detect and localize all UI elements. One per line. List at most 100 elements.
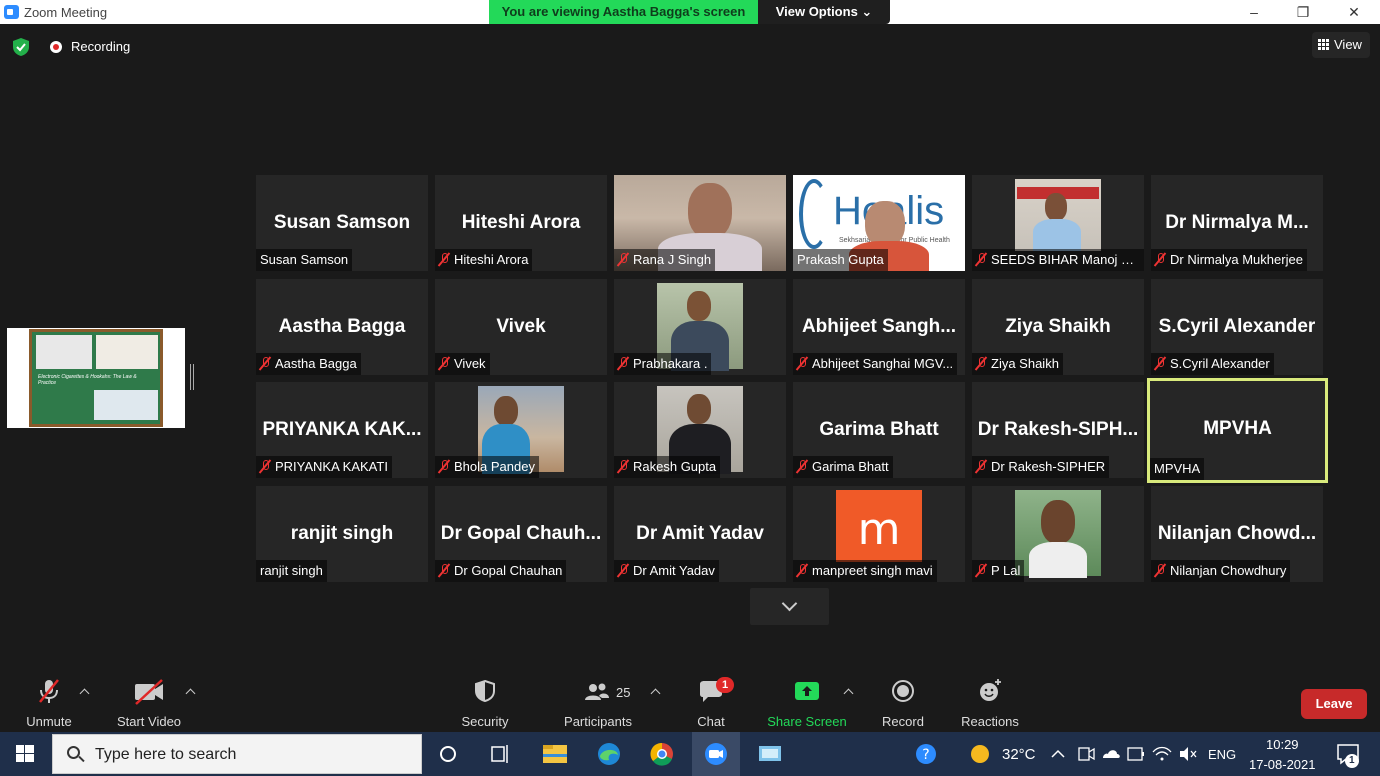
participant-display-name: S.Cyril Alexander <box>1158 316 1316 337</box>
unmute-button[interactable]: Unmute <box>18 676 80 732</box>
windows-start-icon[interactable] <box>0 732 50 776</box>
video-options-caret-icon[interactable] <box>185 688 196 699</box>
participant-tile[interactable]: S.Cyril Alexander S.Cyril Alexander <box>1151 279 1323 375</box>
participant-display-name: Dr Gopal Chauh... <box>440 523 602 544</box>
participant-tile[interactable]: Dr Rakesh-SIPH... Dr Rakesh-SIPHER <box>972 382 1144 478</box>
remote-desktop-icon[interactable] <box>746 732 794 776</box>
participant-tile[interactable]: Susan Samson Susan Samson <box>256 175 428 271</box>
restore-button[interactable]: ❐ <box>1283 2 1323 22</box>
participant-tile[interactable]: MPVHA MPVHA <box>1147 378 1328 483</box>
next-page-button[interactable] <box>750 588 829 625</box>
share-screen-button[interactable]: Share Screen <box>765 676 849 732</box>
chat-label: Chat <box>697 714 725 729</box>
participant-tile[interactable]: Dr Gopal Chauh... Dr Gopal Chauhan <box>435 486 607 582</box>
split-view-drag-handle[interactable] <box>190 364 194 390</box>
microphone-muted-icon <box>1155 357 1165 370</box>
help-icon[interactable]: ? <box>902 732 950 776</box>
reactions-button[interactable]: Reactions <box>958 676 1022 732</box>
participant-tile[interactable]: Aastha Bagga Aastha Bagga <box>256 279 428 375</box>
participant-tile[interactable]: Dr Amit Yadav Dr Amit Yadav <box>614 486 786 582</box>
participant-tile[interactable]: PRIYANKA KAK... PRIYANKA KAKATI <box>256 382 428 478</box>
zoom-taskbar-icon[interactable] <box>692 732 740 776</box>
participant-display-name: PRIYANKA KAK... <box>262 419 422 440</box>
chat-button[interactable]: 1 Chat <box>690 676 734 732</box>
file-explorer-icon[interactable] <box>531 732 579 776</box>
participant-tile[interactable]: ranjit singh ranjit singh <box>256 486 428 582</box>
participant-display-name: Ziya Shaikh <box>1005 316 1111 337</box>
participant-tile[interactable]: m manpreet singh mavi <box>793 486 965 582</box>
participant-tile[interactable]: Nilanjan Chowd... Nilanjan Chowdhury <box>1151 486 1323 582</box>
person-head <box>1041 500 1075 544</box>
participant-name: Hiteshi Arora <box>454 252 529 267</box>
participant-name-label: Dr Gopal Chauhan <box>435 560 567 582</box>
participant-display-name: MPVHA <box>1203 418 1272 439</box>
participant-tile[interactable]: Dr Nirmalya M... Dr Nirmalya Mukherjee <box>1151 175 1323 271</box>
participants-button[interactable]: 25 Participants <box>560 676 636 732</box>
participant-tile[interactable]: HealisSekhsaria Institute for Public Hea… <box>793 175 965 271</box>
participant-tile[interactable]: Hiteshi Arora Hiteshi Arora <box>435 175 607 271</box>
participant-name: Prabhakara . <box>633 356 708 371</box>
virtual-background-logo <box>799 179 829 249</box>
participant-tile[interactable]: Garima Bhatt Garima Bhatt <box>793 382 965 478</box>
encryption-shield-icon[interactable] <box>13 38 29 56</box>
participant-name: SEEDS BIHAR Manoj K... <box>991 252 1141 267</box>
input-language[interactable]: ENG <box>1208 747 1236 762</box>
participant-video <box>1015 179 1101 251</box>
participant-name: S.Cyril Alexander <box>1170 356 1270 371</box>
microphone-muted-icon <box>439 460 449 473</box>
taskbar-search-box[interactable]: Type here to search <box>52 734 422 774</box>
show-hidden-icons-chevron-icon[interactable] <box>1046 732 1070 776</box>
video-camera-off-icon <box>135 679 163 705</box>
microphone-muted-icon <box>439 253 449 266</box>
participant-tile[interactable]: Bhola Pandey <box>435 382 607 478</box>
participant-tile[interactable]: SEEDS BIHAR Manoj K... <box>972 175 1144 271</box>
shared-slide: Electronic Cigarettes & Hookahs: The Law… <box>29 329 163 427</box>
participant-tile[interactable]: Vivek Vivek <box>435 279 607 375</box>
chrome-browser-icon[interactable] <box>638 732 686 776</box>
wifi-icon[interactable] <box>1150 732 1174 776</box>
meet-now-icon[interactable] <box>1074 732 1098 776</box>
clock-date[interactable]: 17-08-2021 <box>1249 757 1316 772</box>
start-video-button[interactable]: Start Video <box>112 676 186 732</box>
participant-name-label: Vivek <box>435 353 490 375</box>
minimize-button[interactable]: – <box>1234 2 1274 22</box>
grid-view-icon <box>1318 39 1329 50</box>
volume-muted-icon[interactable] <box>1176 732 1200 776</box>
leave-button[interactable]: Leave <box>1301 689 1367 719</box>
participant-tile[interactable]: P Lal <box>972 486 1144 582</box>
viewing-screen-banner: You are viewing Aastha Bagga's screen <box>489 0 758 24</box>
participant-tile[interactable]: Rana J Singh <box>614 175 786 271</box>
participant-tile[interactable]: Prabhakara . <box>614 279 786 375</box>
audio-options-caret-icon[interactable] <box>79 688 90 699</box>
edge-browser-icon[interactable] <box>585 732 633 776</box>
participant-tile[interactable]: Ziya Shaikh Ziya Shaikh <box>972 279 1144 375</box>
security-button[interactable]: Security <box>455 676 515 732</box>
battery-icon[interactable] <box>1124 732 1148 776</box>
participant-name: manpreet singh mavi <box>812 563 933 578</box>
cortana-icon[interactable] <box>424 732 472 776</box>
weather-sun-icon[interactable] <box>956 732 1004 776</box>
microphone-muted-icon <box>618 357 628 370</box>
temperature[interactable]: 32°C <box>1002 746 1036 763</box>
participant-name: Garima Bhatt <box>812 459 889 474</box>
view-button[interactable]: View <box>1312 32 1370 58</box>
profile-picture-letter: m <box>857 504 901 555</box>
close-button[interactable]: ✕ <box>1334 2 1374 22</box>
shared-screen-thumbnail[interactable]: Electronic Cigarettes & Hookahs: The Law… <box>7 328 185 428</box>
person-head <box>687 394 711 424</box>
record-icon <box>892 680 914 702</box>
notifications-icon[interactable] <box>1330 732 1378 776</box>
participants-options-caret-icon[interactable] <box>650 688 661 699</box>
onedrive-cloud-icon[interactable] <box>1099 732 1123 776</box>
participant-name-label: SEEDS BIHAR Manoj K... <box>972 249 1144 271</box>
participant-video <box>1015 490 1101 578</box>
security-label: Security <box>461 714 509 729</box>
clock-time[interactable]: 10:29 <box>1266 737 1299 752</box>
view-options-button[interactable]: View Options ⌄ <box>758 0 890 24</box>
participant-tile[interactable]: Abhijeet Sangh... Abhijeet Sanghai MGV... <box>793 279 965 375</box>
record-button[interactable]: Record <box>876 676 930 732</box>
participant-name-label: S.Cyril Alexander <box>1151 353 1274 375</box>
windows-taskbar: Type here to search ? 32°C ENG 10:29 17-… <box>0 732 1380 776</box>
task-view-icon[interactable] <box>476 732 524 776</box>
participant-tile[interactable]: Rakesh Gupta <box>614 382 786 478</box>
